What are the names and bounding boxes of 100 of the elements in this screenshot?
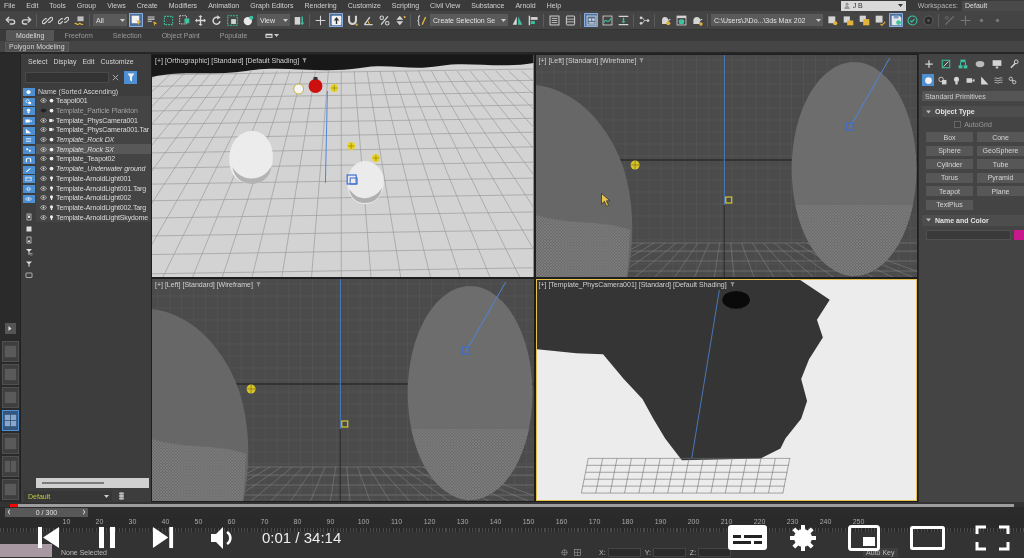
right-triangle-icon	[8, 326, 12, 331]
curve-editor-button[interactable]	[600, 13, 614, 27]
snap-button[interactable]	[345, 13, 359, 27]
list-window-icon	[548, 14, 560, 26]
percent-snap-button[interactable]	[377, 13, 391, 27]
theater-button[interactable]	[910, 525, 945, 550]
move-button[interactable]	[193, 13, 207, 27]
filter-toggle[interactable]	[22, 175, 35, 184]
scrollbar-thumb[interactable]	[42, 482, 104, 484]
sync-button[interactable]	[905, 13, 919, 27]
miniplayer-button[interactable]	[848, 524, 880, 551]
four-arrows-icon	[194, 14, 206, 26]
bind-space-warp-button[interactable]	[72, 13, 86, 27]
pen-icon	[25, 166, 32, 173]
caret-icon	[897, 4, 903, 7]
set-project-button[interactable]	[841, 13, 855, 27]
hierarchy-icon	[958, 59, 968, 69]
align-button[interactable]	[526, 13, 540, 27]
panel-tab[interactable]	[974, 58, 986, 70]
stacked-boxes-icon	[858, 14, 870, 26]
named-selection-sets-button[interactable]	[414, 13, 428, 27]
select-by-name-button[interactable]	[145, 13, 159, 27]
category-button[interactable]	[992, 74, 1004, 86]
filter-toggle[interactable]	[22, 165, 35, 174]
filter-toggle[interactable]	[22, 126, 35, 135]
layers-window-icon	[564, 14, 576, 26]
save-button[interactable]	[889, 13, 903, 27]
box-arrow-icon	[293, 14, 305, 26]
window-crossing-button[interactable]	[177, 13, 191, 27]
person-icon	[843, 2, 850, 9]
render-setup-button[interactable]	[674, 13, 688, 27]
select-and-place-button[interactable]	[241, 13, 255, 27]
filter-toggle[interactable]	[22, 107, 35, 116]
ruler-triangle-icon	[25, 127, 32, 134]
filter-button[interactable]	[124, 70, 137, 84]
guide-line	[465, 281, 507, 352]
sphere-marker-icon	[308, 77, 323, 93]
panel-tab[interactable]	[923, 58, 935, 70]
script-field[interactable]	[0, 544, 52, 557]
panel-tab[interactable]	[991, 58, 1003, 70]
scrollbar-track[interactable]	[36, 478, 149, 488]
layer-explorer-button[interactable]	[563, 13, 577, 27]
expand-button[interactable]	[4, 323, 16, 334]
clear-button[interactable]	[112, 73, 119, 81]
rectangular-region-button[interactable]	[161, 13, 175, 27]
caret-icon	[283, 18, 288, 22]
down-triangle-icon	[926, 109, 931, 114]
up-down-arrows-icon	[394, 14, 406, 26]
category-button[interactable]	[922, 74, 934, 86]
check-circle-icon	[906, 14, 918, 26]
cursor-arrow-icon	[601, 193, 611, 207]
scale-button[interactable]	[225, 13, 239, 27]
ruler-triangle-icon	[979, 75, 989, 85]
fullscreen-button[interactable]	[975, 524, 1010, 551]
filter-toggle[interactable]	[22, 88, 35, 96]
panel-tab[interactable]	[1008, 58, 1020, 70]
circle-icon	[293, 83, 305, 95]
filter-toggle[interactable]	[22, 117, 35, 126]
funnel-icon	[302, 58, 308, 63]
coordinate-field[interactable]	[652, 548, 686, 557]
previous-button[interactable]	[36, 526, 60, 549]
bars-arrow-icon	[617, 14, 629, 26]
shortcut-override-button[interactable]	[329, 13, 343, 27]
display-toggle[interactable]	[22, 270, 35, 281]
layout-button[interactable]	[1, 410, 19, 431]
project-settings-button[interactable]	[873, 13, 887, 27]
category-button[interactable]	[1006, 74, 1018, 86]
progress-track[interactable]	[10, 504, 1014, 507]
stacked-lines-icon	[25, 137, 32, 144]
pivot-button[interactable]	[292, 13, 306, 27]
filter-toggle[interactable]	[22, 136, 35, 145]
toggle-ribbon-button[interactable]	[584, 13, 598, 27]
dope-sheet-button[interactable]	[616, 13, 630, 27]
filter-toggle[interactable]	[22, 146, 35, 155]
panel-tab[interactable]	[940, 58, 952, 70]
color-swatch[interactable]	[1014, 229, 1024, 240]
down-triangle-icon	[926, 218, 931, 222]
monitor-icon	[992, 59, 1002, 69]
filter-toggle[interactable]	[22, 194, 35, 203]
scene-explorer-button[interactable]	[547, 13, 561, 27]
panel-tab[interactable]	[957, 58, 969, 70]
coordinate-field[interactable]	[698, 548, 732, 557]
gears-icon	[1007, 75, 1017, 85]
select-object-button[interactable]	[129, 13, 143, 27]
manipulate-button[interactable]	[313, 13, 327, 27]
project-folders-button[interactable]	[857, 13, 871, 27]
sphere-icon	[25, 89, 32, 95]
funnel-icon	[639, 58, 645, 63]
pause-button[interactable]	[97, 526, 117, 549]
project-folder-button[interactable]	[825, 13, 839, 27]
rotate-button[interactable]	[209, 13, 223, 27]
filter-toggle[interactable]	[22, 97, 35, 106]
category-button[interactable]	[978, 74, 990, 86]
filter-toggle[interactable]	[22, 155, 35, 164]
category-button[interactable]	[936, 74, 948, 86]
coordinate-field[interactable]	[607, 548, 641, 557]
subtitles-button[interactable]	[727, 524, 768, 551]
shapes-icon	[937, 75, 947, 85]
next-button[interactable]	[152, 526, 175, 549]
filter-toggle[interactable]	[22, 184, 35, 193]
